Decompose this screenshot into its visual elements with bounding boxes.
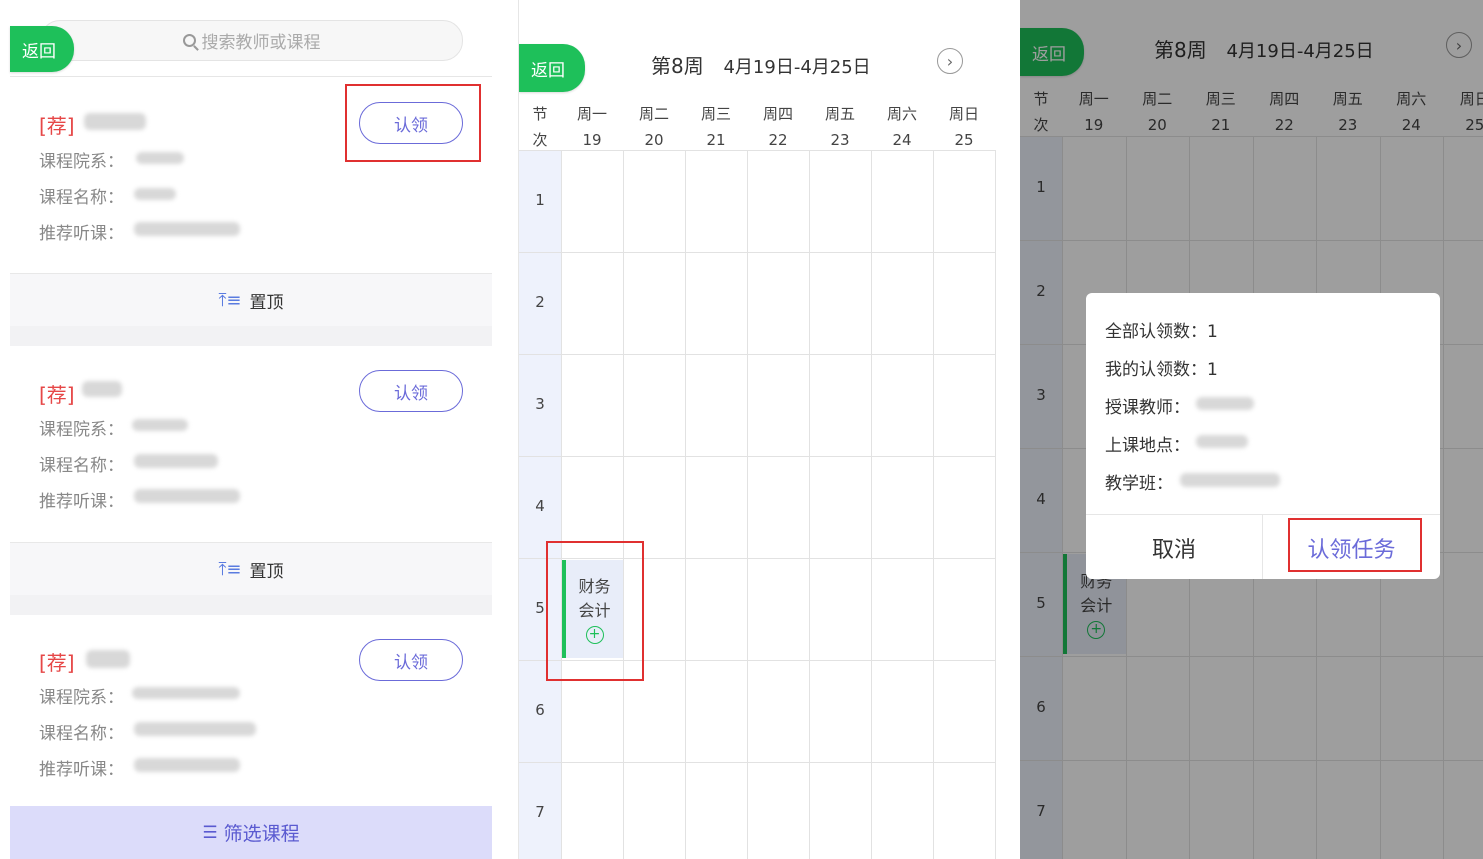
location-label: 上课地点：: [1105, 436, 1190, 456]
back-button[interactable]: 返回: [519, 44, 585, 92]
grid-line: [519, 456, 995, 457]
back-button[interactable]: 返回: [10, 26, 74, 72]
dept-label: 课程院系：: [39, 688, 124, 708]
claim-button[interactable]: 认领: [359, 370, 463, 412]
search-icon: [182, 34, 196, 47]
redacted-value: [1196, 435, 1248, 448]
recommend-label: 推荐听课：: [39, 492, 124, 512]
claim-dialog-panel: 返回 第8周 4月19日-4月25日 › 节 次周一 19 周二 20 周三 21 周…: [1020, 0, 1483, 859]
date-range: 4月19日-4月25日: [723, 57, 871, 78]
pin-top-button[interactable]: ⤒≡ 置顶: [10, 542, 492, 596]
period-number: 3: [535, 395, 545, 413]
course-list-panel: 搜索教师或课程 返回 [荐] 课程院系： 课程名称： 推荐听课： 认领 ⤒≡ 置…: [0, 0, 505, 859]
pin-label: 置顶: [249, 561, 284, 582]
cancel-button[interactable]: 取消: [1086, 515, 1263, 579]
schedule-panel: 返回 第8周 4月19日-4月25日 › 节 次 周一 19 周二 20 周三 21 周…: [518, 0, 998, 859]
redacted-value: [134, 222, 240, 236]
chevron-right-icon: ›: [946, 51, 954, 71]
divider: [10, 595, 492, 615]
redacted-value: [132, 419, 188, 431]
redacted-value: [136, 152, 184, 164]
my-claims: 我的认领数：1: [1105, 360, 1218, 380]
grid-line: [519, 354, 995, 355]
period-header: 节 次: [532, 105, 548, 149]
redacted-value: [134, 489, 240, 503]
redacted-teacher: [84, 113, 146, 130]
grid-line: [871, 150, 872, 859]
period-number: 4: [535, 497, 545, 515]
recommend-label: 推荐听课：: [39, 760, 124, 780]
redacted-value: [1180, 473, 1280, 487]
day-header: 周日 25: [948, 105, 979, 149]
redacted-value: [134, 758, 240, 772]
grid-line: [623, 150, 624, 859]
recommend-tag: [荐]: [39, 651, 75, 675]
filter-icon: ☰: [202, 822, 218, 843]
recommend-tag: [荐]: [39, 114, 75, 138]
redacted-teacher: [86, 650, 130, 668]
redacted-value: [134, 722, 256, 736]
grid-line: [809, 150, 810, 859]
filter-label: 筛选课程: [223, 823, 300, 845]
grid-line: [519, 762, 995, 763]
grid-line: [685, 150, 686, 859]
redacted-value: [134, 454, 218, 468]
divider: [10, 76, 492, 77]
week-number: 第8周: [651, 54, 704, 78]
search-input[interactable]: 搜索教师或课程: [40, 20, 463, 61]
total-claims: 全部认领数：1: [1105, 322, 1218, 342]
teacher-label: 授课教师：: [1105, 398, 1190, 418]
day-header: 周五 23: [824, 105, 855, 149]
period-number: 1: [535, 191, 545, 209]
filter-courses-button[interactable]: ☰ 筛选课程: [10, 806, 492, 859]
next-week-button[interactable]: ›: [937, 48, 963, 74]
course-label: 课程名称：: [39, 456, 124, 476]
grid-line: [561, 150, 562, 859]
highlight-box: [546, 541, 644, 681]
period-number: 2: [535, 293, 545, 311]
period-number: 7: [535, 803, 545, 821]
pin-label: 置顶: [249, 292, 284, 313]
divider: [10, 326, 492, 346]
day-header: 周四 22: [762, 105, 793, 149]
recommend-tag: [荐]: [39, 383, 75, 407]
period-number: 6: [535, 701, 545, 719]
redacted-value: [132, 687, 240, 699]
pin-top-icon: ⤒≡: [218, 558, 242, 580]
grid-line: [519, 252, 995, 253]
day-header: 周六 24: [886, 105, 917, 149]
claim-button[interactable]: 认领: [359, 639, 463, 681]
day-header: 周二 20: [638, 105, 669, 149]
class-label: 教学班：: [1105, 474, 1173, 494]
redacted-value: [1196, 397, 1254, 410]
redacted-value: [134, 188, 176, 200]
redacted-teacher: [82, 381, 122, 397]
day-header: 周一 19: [576, 105, 607, 149]
highlight-box: [1288, 518, 1422, 572]
grid-line: [995, 150, 996, 859]
grid-line: [519, 150, 995, 151]
week-header: 第8周 4月19日-4月25日: [651, 50, 871, 79]
day-header: 周三 21: [700, 105, 731, 149]
course-label: 课程名称：: [39, 188, 124, 208]
dept-label: 课程院系：: [39, 420, 124, 440]
grid-line: [933, 150, 934, 859]
dept-label: 课程院系：: [39, 152, 124, 172]
search-placeholder: 搜索教师或课程: [201, 33, 321, 53]
highlight-box: [345, 84, 481, 162]
grid-line: [747, 150, 748, 859]
recommend-label: 推荐听课：: [39, 224, 124, 244]
pin-top-icon: ⤒≡: [218, 289, 242, 311]
course-label: 课程名称：: [39, 724, 124, 744]
timetable-grid: 节 次 周一 19 周二 20 周三 21 周四 22 周五 23 周六 24 周日 25 1 2…: [519, 97, 996, 859]
pin-top-button[interactable]: ⤒≡ 置顶: [10, 273, 492, 327]
